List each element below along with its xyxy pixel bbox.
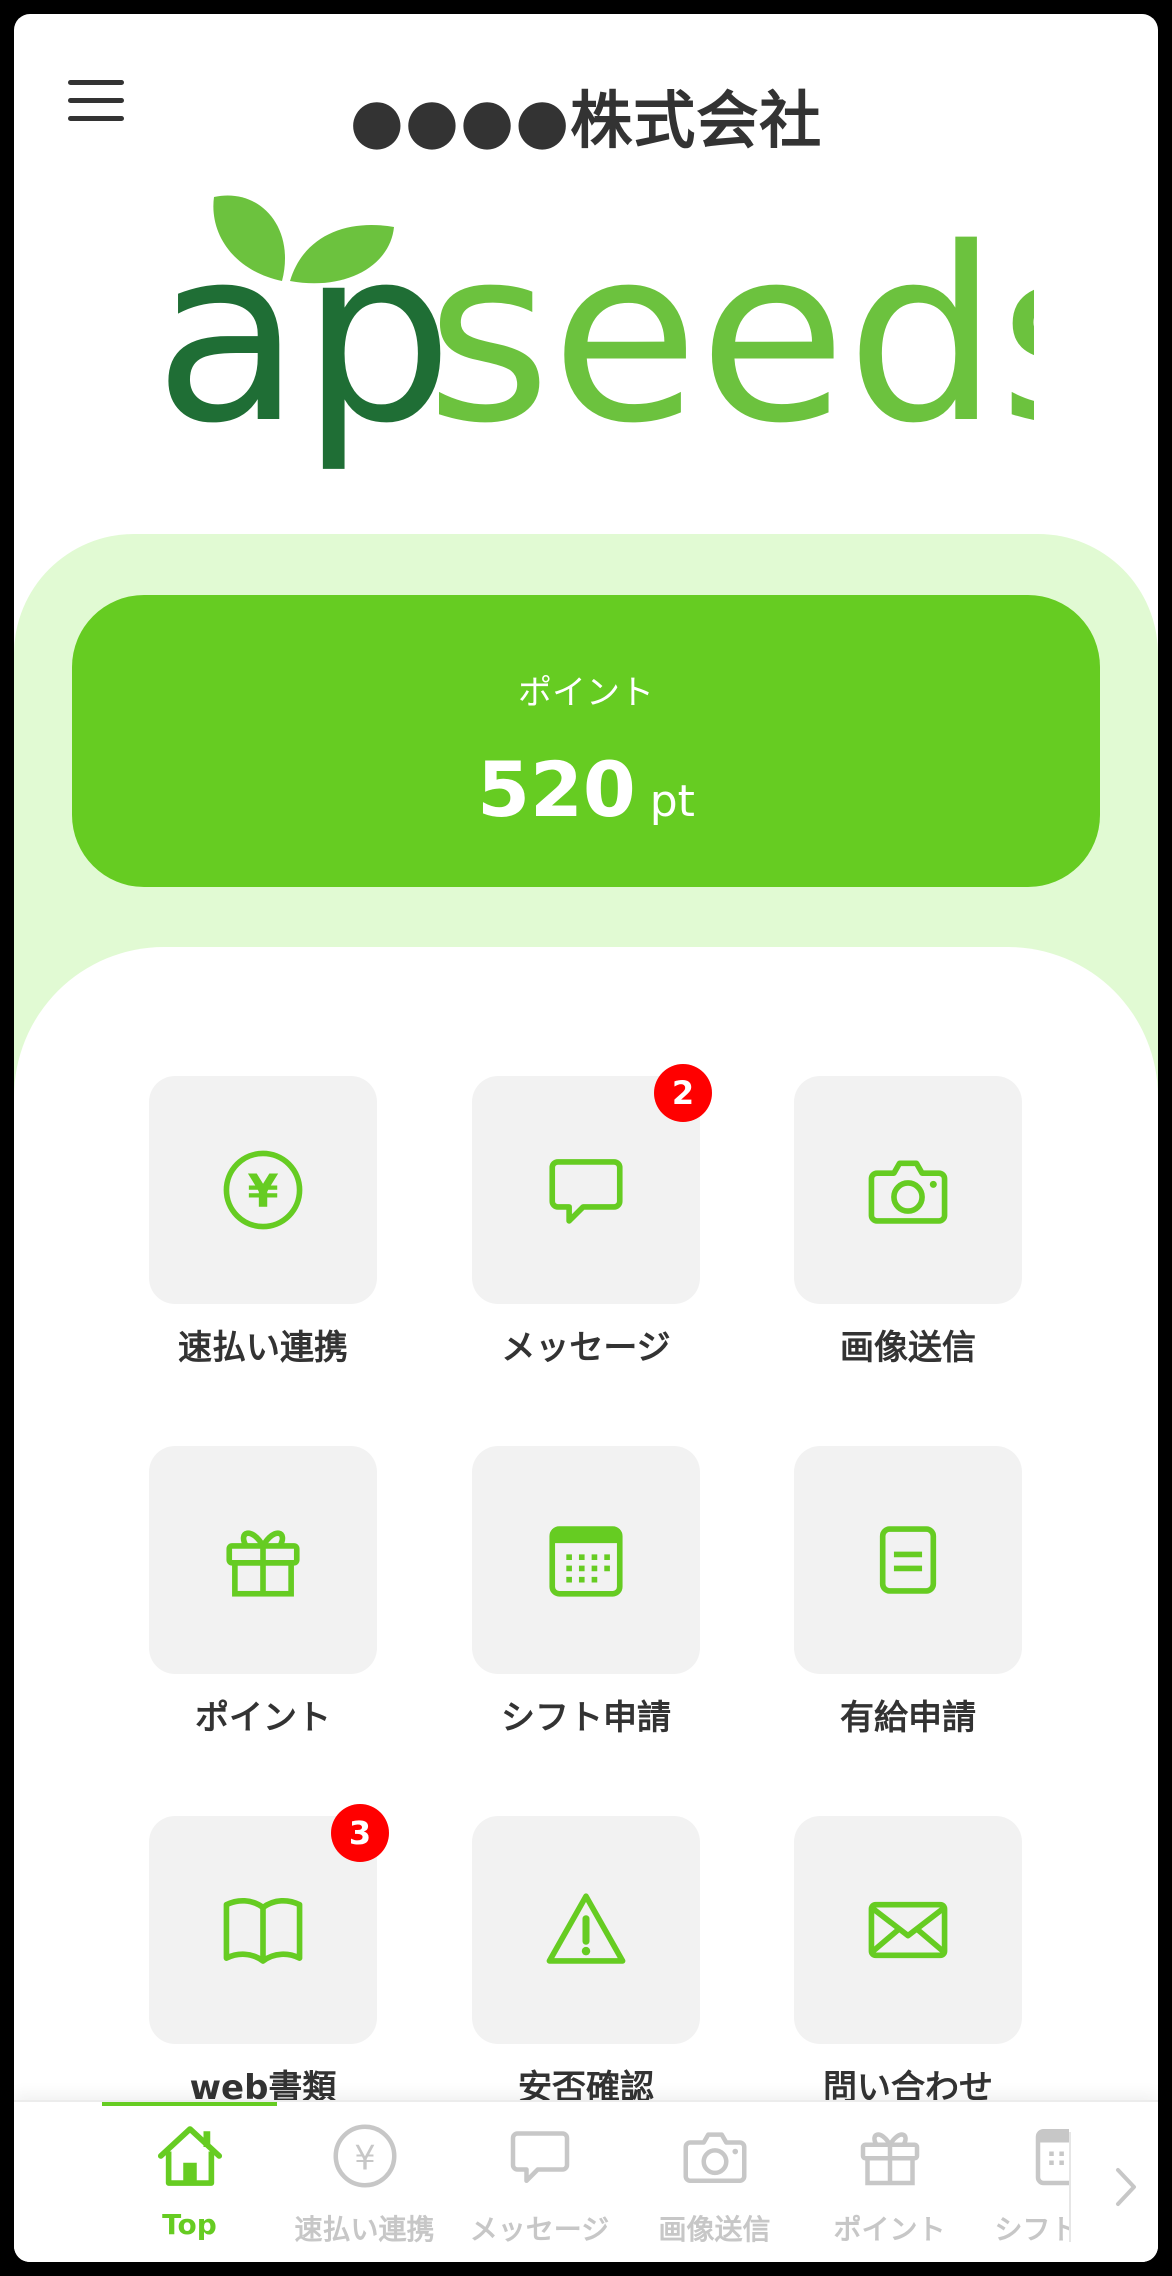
company-name: ●●●●株式会社 bbox=[349, 84, 823, 157]
camera-icon bbox=[868, 1160, 948, 1224]
menu-label-points: ポイント bbox=[195, 1698, 331, 1738]
app-header: ●●●●株式会社 bbox=[14, 14, 1158, 204]
nav-item-points[interactable]: ポイント bbox=[802, 2102, 977, 2252]
logo-text-seeds: seeds bbox=[426, 196, 1034, 476]
chat-bubble-icon bbox=[510, 2131, 570, 2183]
nav-label-points: ポイント bbox=[833, 2213, 946, 2246]
nav-item-image-send[interactable]: 画像送信 bbox=[627, 2102, 802, 2252]
apseeds-logo: ap seeds bbox=[154, 195, 1034, 476]
menu-tile-safety-check[interactable] bbox=[472, 1816, 700, 2044]
nav-item-shift[interactable]: シフト申請 bbox=[977, 2102, 1069, 2252]
menu-tile-shift[interactable] bbox=[472, 1446, 700, 1674]
menu-label-quick-pay: 速払い連携 bbox=[178, 1328, 348, 1368]
points-value: 520 bbox=[477, 745, 636, 834]
chat-bubble-icon bbox=[549, 1159, 623, 1224]
points-unit: pt bbox=[649, 776, 695, 827]
camera-icon bbox=[683, 2132, 747, 2183]
menu-tile-image-send[interactable] bbox=[794, 1076, 1022, 1304]
gift-icon bbox=[226, 1530, 300, 1597]
web-docs-badge: 3 bbox=[331, 1804, 389, 1862]
points-card: ポイント 520 pt bbox=[72, 595, 1100, 887]
menu-tile-paid-leave[interactable] bbox=[794, 1446, 1022, 1674]
nav-label-quick-pay: 速払い連携 bbox=[294, 2213, 435, 2246]
menu-tile-contact[interactable] bbox=[794, 1816, 1022, 2044]
home-icon bbox=[157, 2126, 223, 2186]
bottom-nav-items: Top ¥ 速払い連携 メッセージ 画像送信 ポイント シフト bbox=[14, 2102, 1069, 2262]
nav-label-message: メッセージ bbox=[469, 2213, 610, 2246]
menu-tile-quick-pay[interactable]: ¥ bbox=[149, 1076, 377, 1304]
document-icon bbox=[879, 1526, 937, 1594]
menu-label-shift: シフト申請 bbox=[501, 1698, 671, 1738]
menu-tile-points[interactable] bbox=[149, 1446, 377, 1674]
points-label: ポイント bbox=[518, 673, 654, 713]
logo-text-ap: ap bbox=[154, 196, 453, 476]
menu-label-message: メッセージ bbox=[501, 1328, 671, 1368]
book-icon bbox=[223, 1898, 303, 1964]
nav-label-shift: シフト申請 bbox=[994, 2213, 1069, 2246]
calendar-icon bbox=[549, 1526, 623, 1597]
gift-icon bbox=[860, 2132, 920, 2186]
svg-text:¥: ¥ bbox=[354, 2139, 375, 2178]
yen-circle-icon: ¥ bbox=[223, 1150, 303, 1230]
app-screen: ●●●●株式会社 ap seeds ポイント 520 pt ¥ 速払い連携 2 メ… bbox=[14, 14, 1158, 2262]
chevron-right-icon[interactable] bbox=[1106, 2162, 1146, 2212]
calendar-icon bbox=[1035, 2129, 1069, 2186]
bottom-nav: Top ¥ 速払い連携 メッセージ 画像送信 ポイント シフト bbox=[14, 2100, 1158, 2262]
nav-label-top: Top bbox=[162, 2208, 217, 2241]
menu-label-image-send: 画像送信 bbox=[840, 1328, 976, 1368]
svg-text:¥: ¥ bbox=[247, 1165, 278, 1218]
warning-icon bbox=[546, 1893, 626, 1964]
yen-circle-icon: ¥ bbox=[333, 2124, 397, 2188]
message-badge: 2 bbox=[654, 1064, 712, 1122]
nav-item-quick-pay[interactable]: ¥ 速払い連携 bbox=[277, 2102, 452, 2252]
menu-label-paid-leave: 有給申請 bbox=[840, 1698, 976, 1738]
nav-item-top[interactable]: Top bbox=[102, 2102, 277, 2252]
nav-divider bbox=[1069, 2132, 1071, 2242]
points-value-row: 520 pt bbox=[72, 745, 1100, 834]
nav-item-message[interactable]: メッセージ bbox=[452, 2102, 627, 2252]
nav-label-image-send: 画像送信 bbox=[658, 2213, 771, 2246]
mail-icon bbox=[868, 1901, 948, 1959]
